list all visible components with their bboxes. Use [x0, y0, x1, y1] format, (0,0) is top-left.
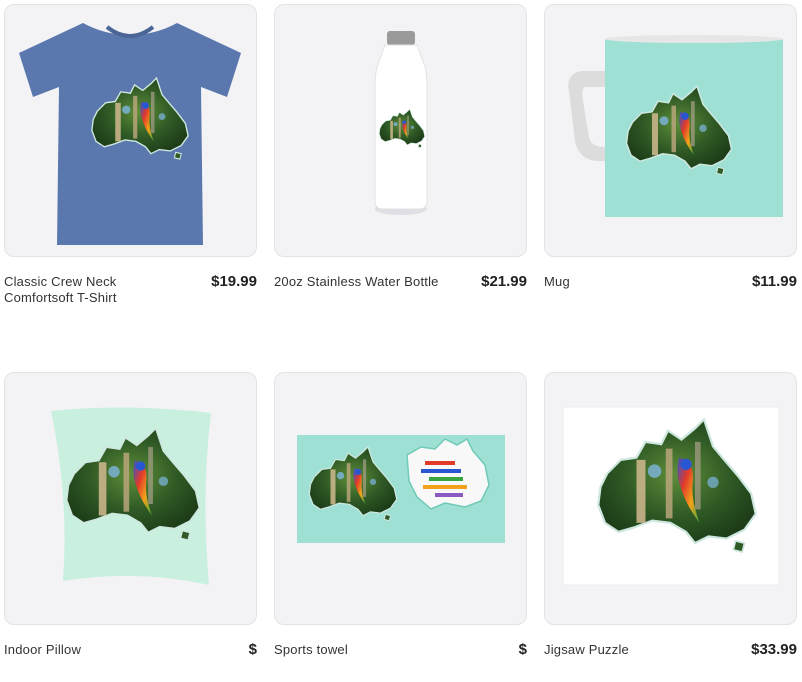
product-card[interactable]: Indoor Pillow $	[4, 372, 257, 682]
t-shirt-icon	[19, 23, 241, 245]
towel-icon	[297, 435, 505, 543]
product-name[interactable]: 20oz Stainless Water Bottle	[274, 274, 444, 290]
product-price: $	[518, 641, 527, 658]
product-price: $11.99	[751, 273, 797, 290]
product-card[interactable]: Sports towel $	[274, 372, 527, 682]
product-image-towel[interactable]	[274, 372, 527, 625]
product-card[interactable]: Jigsaw Puzzle $33.99	[544, 372, 797, 682]
product-name[interactable]: Mug	[544, 274, 714, 290]
product-name[interactable]: Jigsaw Puzzle	[544, 642, 714, 658]
pillow-icon	[51, 407, 211, 585]
product-card[interactable]: Mug $11.99	[544, 4, 797, 314]
puzzle-icon	[562, 406, 780, 586]
product-price: $	[248, 641, 257, 658]
product-price: $21.99	[481, 273, 527, 290]
product-name[interactable]: Indoor Pillow	[4, 642, 174, 658]
product-price: $33.99	[751, 641, 797, 658]
product-image-mug[interactable]	[544, 4, 797, 257]
product-name[interactable]: Classic Crew Neck Comfortsoft T-Shirt	[4, 274, 174, 306]
product-image-puzzle[interactable]	[544, 372, 797, 625]
product-price: $19.99	[211, 273, 257, 290]
product-card[interactable]: 20oz Stainless Water Bottle $21.99	[274, 4, 527, 314]
product-image-water-bottle[interactable]	[274, 4, 527, 257]
product-card[interactable]: Classic Crew Neck Comfortsoft T-Shirt $1…	[4, 4, 257, 314]
product-name[interactable]: Sports towel	[274, 642, 444, 658]
mug-icon	[568, 35, 783, 217]
product-image-t-shirt[interactable]	[4, 4, 257, 257]
product-image-pillow[interactable]	[4, 372, 257, 625]
water-bottle-icon	[374, 31, 428, 215]
